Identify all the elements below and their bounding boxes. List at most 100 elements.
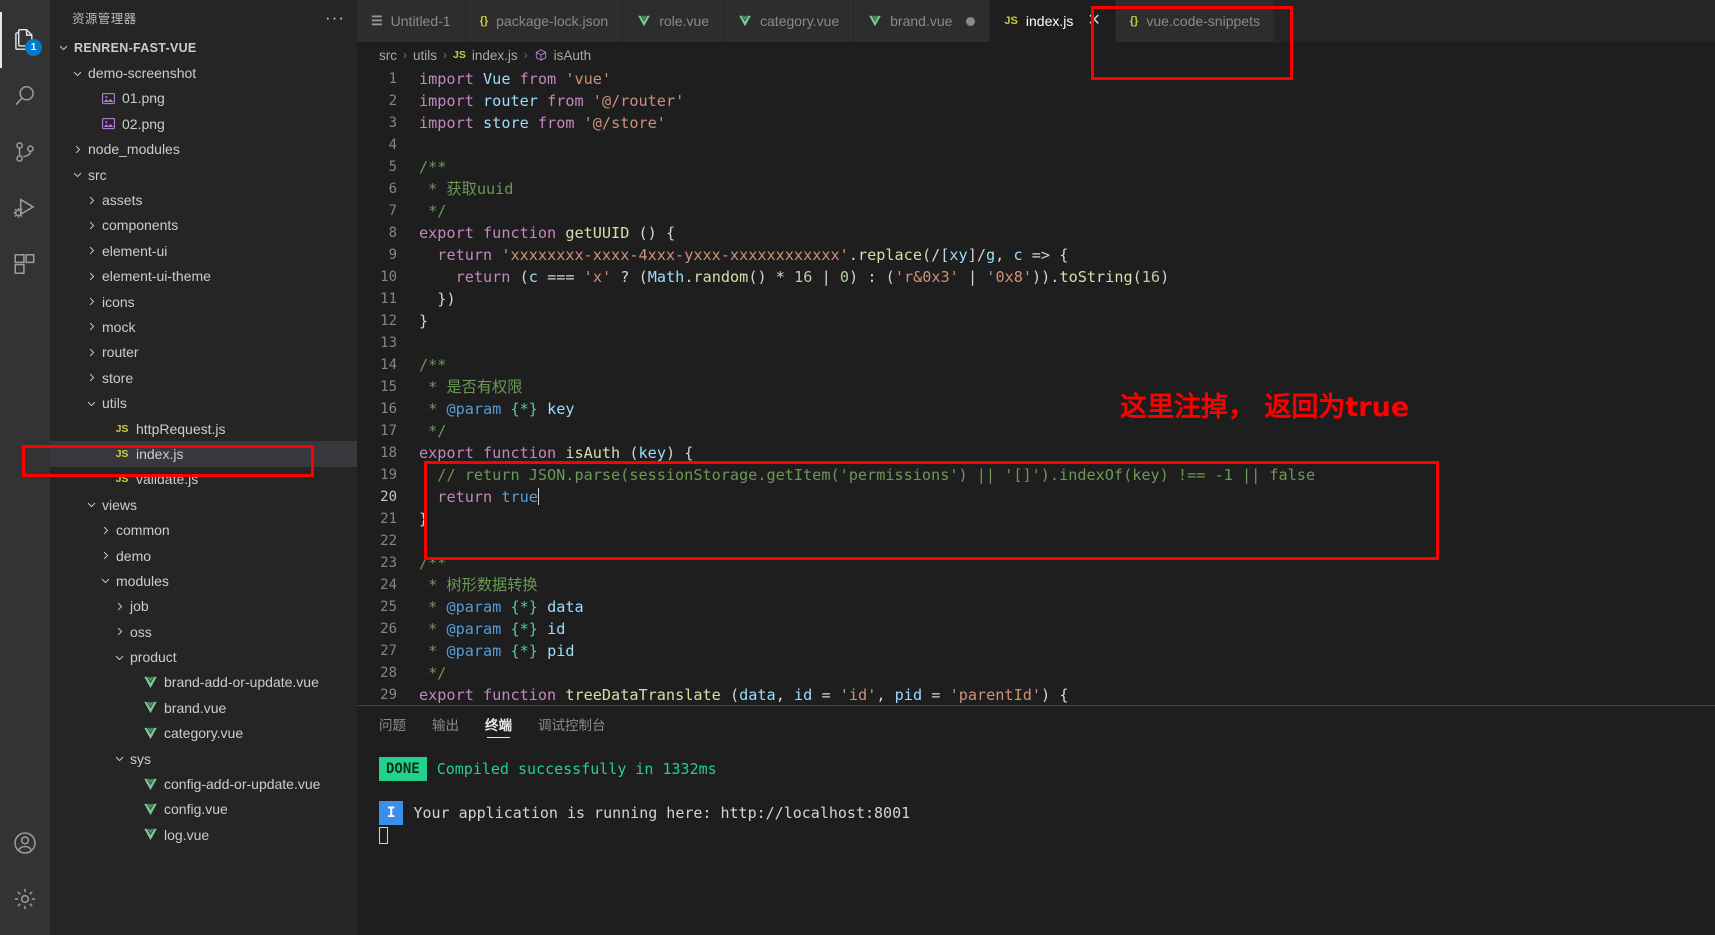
tree-item-config-vue[interactable]: config.vue	[50, 797, 357, 822]
tree-item-modules[interactable]: modules	[50, 568, 357, 593]
chevron-down-icon[interactable]	[56, 42, 70, 53]
js-file-icon: JS	[1004, 15, 1018, 27]
tree-item-store[interactable]: store	[50, 365, 357, 390]
activity-extensions-button[interactable]	[0, 236, 50, 292]
tree-item-sys[interactable]: sys	[50, 746, 357, 771]
panel-tab-3[interactable]: 调试控制台	[538, 706, 606, 742]
tree-item-router[interactable]: router	[50, 340, 357, 365]
activity-run-debug-button[interactable]	[0, 180, 50, 236]
tree-item-config-add-or-update-vue[interactable]: config-add-or-update.vue	[50, 771, 357, 796]
tree-item-element-ui[interactable]: element-ui	[50, 238, 357, 263]
symbol-method-icon	[534, 48, 548, 62]
activity-search-button[interactable]	[0, 68, 50, 124]
explorer-more-actions-button[interactable]: ···	[325, 9, 345, 26]
tree-item-mock[interactable]: mock	[50, 314, 357, 339]
breadcrumb-part[interactable]: isAuth	[554, 48, 592, 63]
panel-tab-0[interactable]: 问题	[379, 706, 406, 742]
chevron-down-icon[interactable]	[98, 575, 112, 586]
tree-item-validate-js[interactable]: JS validate.js	[50, 467, 357, 492]
line-number: 15	[380, 379, 397, 395]
close-icon[interactable]: ✕	[1087, 13, 1100, 29]
chevron-down-icon[interactable]	[84, 499, 98, 510]
chevron-right-icon[interactable]	[84, 347, 98, 358]
tree-item-views[interactable]: views	[50, 492, 357, 517]
code-line: 5 /**	[357, 156, 1715, 178]
tree-item-oss[interactable]: oss	[50, 619, 357, 644]
line-number: 13	[380, 335, 397, 351]
chevron-right-icon[interactable]	[70, 144, 84, 155]
code-line: 13	[357, 332, 1715, 354]
code-line-text: * 获取uuid	[428, 180, 514, 198]
line-number: 29	[380, 687, 397, 703]
editor-tab-brand-vue[interactable]: brand.vue	[854, 0, 991, 42]
tree-root-item[interactable]: RENREN-FAST-VUE	[50, 35, 357, 60]
editor-tab-label: index.js	[1025, 13, 1074, 29]
vue-file-icon	[140, 675, 160, 690]
breadcrumb-part[interactable]: utils	[413, 48, 437, 63]
tree-item-label: modules	[116, 572, 169, 589]
chevron-right-icon[interactable]	[84, 271, 98, 282]
tree-item-brand-add-or-update-vue[interactable]: brand-add-or-update.vue	[50, 670, 357, 695]
activity-accounts-button[interactable]	[0, 815, 50, 871]
chevron-right-icon[interactable]	[84, 296, 98, 307]
chevron-down-icon[interactable]	[70, 169, 84, 180]
code-line-text: * @param {*} id	[428, 620, 566, 638]
panel-tab-2[interactable]: 终端	[485, 706, 512, 742]
tree-item-product[interactable]: product	[50, 644, 357, 669]
activity-source-control-button[interactable]	[0, 124, 50, 180]
chevron-right-icon[interactable]	[84, 195, 98, 206]
tree-item-demo-screenshot[interactable]: demo-screenshot	[50, 60, 357, 85]
breadcrumb-part[interactable]: src	[379, 48, 397, 63]
editor-tab-index-js[interactable]: JS index.js ✕	[990, 0, 1116, 42]
js-file-icon: JS	[115, 473, 129, 486]
tree-item-httprequest-js[interactable]: JS httpRequest.js	[50, 416, 357, 441]
editor-tab-package-lock-json[interactable]: {} package-lock.json	[465, 0, 624, 42]
chevron-right-icon[interactable]	[84, 372, 98, 383]
line-number: 16	[380, 401, 397, 417]
chevron-right-icon[interactable]	[84, 245, 98, 256]
editor-tab-untitled-1[interactable]: ☰ Untitled-1	[357, 0, 466, 42]
tree-item-log-vue[interactable]: log.vue	[50, 822, 357, 847]
chevron-down-icon[interactable]	[112, 652, 126, 663]
chevron-down-icon[interactable]	[70, 68, 84, 79]
tree-item-01-png[interactable]: 01.png	[50, 86, 357, 111]
line-number: 27	[380, 643, 397, 659]
chevron-right-icon[interactable]	[84, 220, 98, 231]
chevron-right-icon[interactable]	[112, 601, 126, 612]
chevron-right-icon[interactable]	[98, 525, 112, 536]
tree-item-demo[interactable]: demo	[50, 543, 357, 568]
chevron-down-icon[interactable]	[84, 398, 98, 409]
unsaved-dot-icon[interactable]	[966, 16, 976, 26]
breadcrumb-part[interactable]: index.js	[472, 48, 518, 63]
tree-item-src[interactable]: src	[50, 162, 357, 187]
tree-item-label: node_modules	[88, 141, 180, 158]
editor-tab-category-vue[interactable]: category.vue	[724, 0, 855, 42]
code-line: 7 */	[357, 200, 1715, 222]
tree-item-icons[interactable]: icons	[50, 289, 357, 314]
code-editor[interactable]: 1 import Vue from 'vue' 2 import router fro…	[357, 68, 1715, 705]
chevron-down-icon[interactable]	[112, 753, 126, 764]
activity-explorer-button[interactable]: 1	[0, 12, 50, 68]
tree-item-utils[interactable]: utils	[50, 390, 357, 415]
code-line: 10 return (c === 'x' ? (Math.random() * …	[357, 266, 1715, 288]
editor-tab-role-vue[interactable]: role.vue	[623, 0, 725, 42]
tree-item-common[interactable]: common	[50, 517, 357, 542]
js-file-icon: JS	[115, 447, 129, 460]
terminal-output[interactable]: DONE Compiled successfully in 1332ms I Y…	[357, 742, 1715, 935]
chevron-right-icon[interactable]	[98, 550, 112, 561]
chevron-right-icon[interactable]	[112, 626, 126, 637]
activity-manage-button[interactable]	[0, 871, 50, 927]
tree-item-index-js[interactable]: JS index.js	[50, 441, 357, 467]
tree-item-assets[interactable]: assets	[50, 187, 357, 212]
tree-item-node-modules[interactable]: node_modules	[50, 137, 357, 162]
tree-item-components[interactable]: components	[50, 213, 357, 238]
chevron-right-icon[interactable]	[84, 321, 98, 332]
editor-tab-vue-code-snippets[interactable]: {} vue.code-snippets	[1115, 0, 1275, 42]
tree-item-02-png[interactable]: 02.png	[50, 111, 357, 136]
tree-item-job[interactable]: job	[50, 594, 357, 619]
tree-item-brand-vue[interactable]: brand.vue	[50, 695, 357, 720]
tree-item-category-vue[interactable]: category.vue	[50, 721, 357, 746]
panel-tab-1[interactable]: 输出	[432, 706, 459, 742]
tree-item-element-ui-theme[interactable]: element-ui-theme	[50, 264, 357, 289]
